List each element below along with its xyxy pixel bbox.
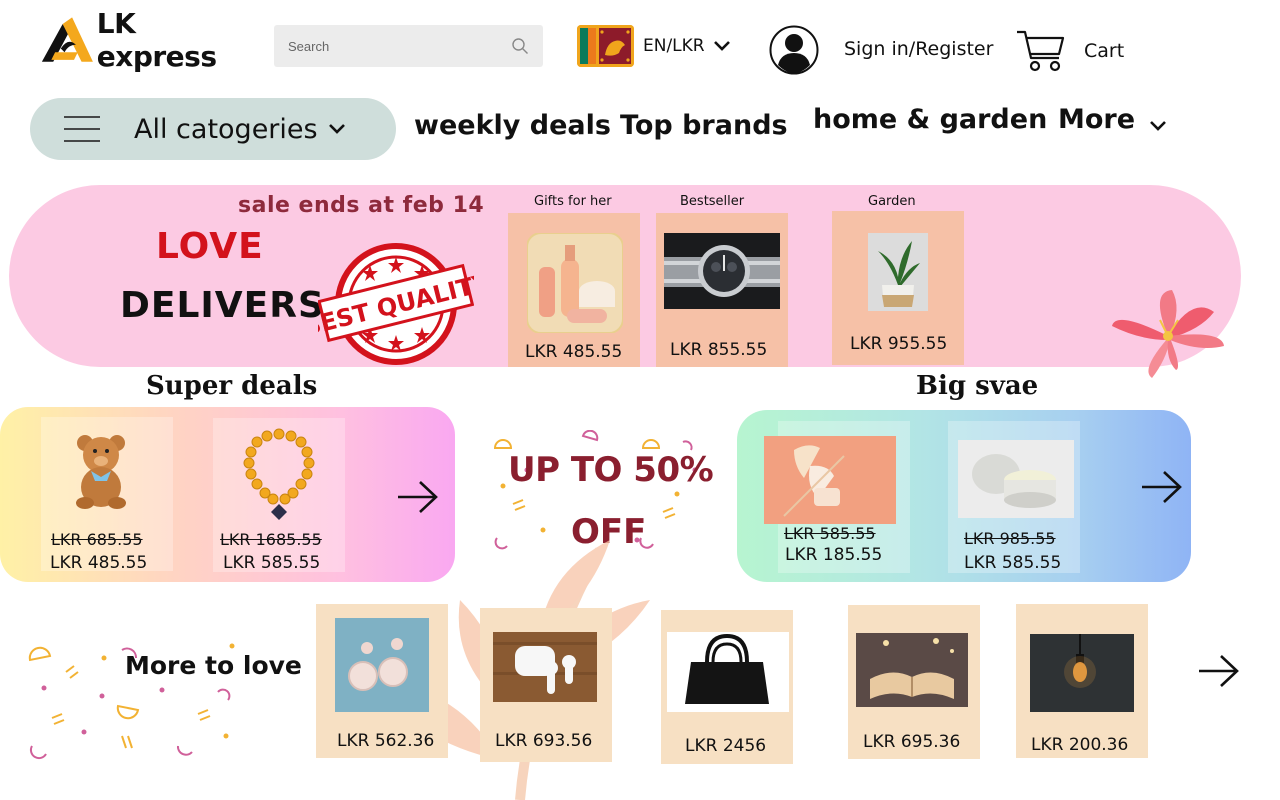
chevron-down-icon (713, 41, 730, 51)
super-deals-title: Super deals (146, 371, 318, 401)
search-icon[interactable] (511, 37, 529, 55)
signin-register-link[interactable]: Sign in/Register (844, 38, 993, 60)
hamburger-menu-icon (64, 116, 100, 142)
handbag-image (667, 632, 789, 712)
product-price: LKR 562.36 (337, 731, 435, 751)
super-deal-card-teddy[interactable]: LKR 685.55 LKR 485.55 (41, 417, 173, 573)
old-price: LKR 985.55 (964, 529, 1056, 548)
category-price-garden: LKR 955.55 (850, 334, 948, 354)
watch-image (664, 233, 780, 309)
flower-decoration (1112, 290, 1224, 378)
new-price: LKR 585.55 (223, 553, 321, 573)
brand-name: LK express (96, 7, 217, 73)
product-price: LKR 200.36 (1031, 735, 1129, 755)
big-save-card-cream[interactable]: LKR 985.55 LKR 585.55 (948, 421, 1080, 573)
nav-home-garden[interactable]: home & garden (813, 104, 1047, 135)
earbuds-image (493, 632, 597, 702)
arrow-right-icon[interactable] (396, 480, 440, 514)
old-price: LKR 585.55 (784, 524, 876, 543)
brand-logo[interactable]: LK express (40, 7, 255, 73)
sale-ends-text: sale ends at feb 14 (238, 193, 485, 218)
arrow-right-icon[interactable] (1140, 470, 1184, 504)
sri-lanka-flag-icon[interactable] (577, 25, 634, 67)
nav-weekly-deals[interactable]: weekly deals (414, 110, 611, 141)
big-save-title: Big svae (916, 371, 1039, 401)
new-price: LKR 585.55 (964, 553, 1062, 573)
cream-jar-image (958, 440, 1074, 518)
category-price-gifts: LKR 485.55 (525, 342, 623, 362)
more-card-handbag[interactable]: LKR 2456 (661, 610, 793, 764)
arrow-right-icon[interactable] (1197, 654, 1241, 688)
more-card-bulb[interactable]: LKR 200.36 (1016, 604, 1148, 758)
all-categories-button[interactable]: All catogeries (30, 98, 396, 160)
chevron-down-icon (328, 124, 345, 134)
search-box[interactable] (274, 25, 543, 67)
cosmetics-image (527, 233, 623, 333)
product-price: LKR 693.56 (495, 731, 593, 751)
more-card-book[interactable]: LKR 695.36 (848, 605, 980, 759)
chevron-down-icon (1150, 120, 1166, 131)
category-label-gifts: Gifts for her (534, 194, 612, 209)
necklace-image (243, 428, 315, 520)
brand-logo-icon (41, 17, 93, 62)
category-label-bestseller: Bestseller (680, 194, 745, 209)
locale-label: EN/LKR (643, 36, 705, 56)
more-to-love-title: More to love (125, 651, 302, 680)
banner-headline-love: LOVE (156, 226, 264, 267)
category-card-bestseller[interactable]: LKR 855.55 (656, 213, 788, 367)
banner-headline-delivers: DELIVERS (120, 285, 325, 326)
teddy-bear-image (76, 435, 126, 509)
more-card-earrings[interactable]: LKR 562.36 (316, 604, 448, 758)
plant-image (868, 233, 928, 311)
category-card-garden[interactable]: LKR 955.55 (832, 211, 964, 365)
old-price: LKR 1685.55 (220, 530, 322, 549)
product-price: LKR 695.36 (863, 732, 961, 752)
nav-top-brands[interactable]: Top brands (620, 110, 788, 141)
search-input[interactable] (288, 38, 511, 54)
best-quality-stamp: BEST QUALITY (318, 243, 474, 365)
user-avatar-icon[interactable] (769, 25, 819, 75)
earrings-image (335, 618, 429, 712)
category-label-garden: Garden (868, 194, 916, 209)
super-deal-card-necklace[interactable]: LKR 1685.55 LKR 585.55 (213, 418, 345, 573)
nav-more-label: More (1058, 104, 1136, 135)
old-price: LKR 685.55 (51, 530, 143, 549)
new-price: LKR 485.55 (50, 553, 148, 573)
hair-clip-image (764, 436, 896, 524)
category-price-bestseller: LKR 855.55 (670, 340, 768, 360)
promo-headline: UP TO 50% (508, 450, 714, 490)
cart-icon[interactable] (1015, 28, 1065, 74)
big-save-card-clip[interactable]: LKR 585.55 LKR 185.55 (764, 421, 910, 573)
category-card-gifts[interactable]: LKR 485.55 (508, 213, 640, 367)
light-bulb-image (1030, 634, 1134, 712)
nav-more-dropdown[interactable]: More (1058, 104, 1167, 135)
locale-selector[interactable]: EN/LKR (643, 36, 731, 56)
open-book-image (856, 633, 968, 707)
more-card-earbuds[interactable]: LKR 693.56 (480, 608, 612, 762)
new-price: LKR 185.55 (785, 545, 883, 565)
cart-link[interactable]: Cart (1084, 40, 1124, 62)
all-categories-label: All catogeries (134, 113, 318, 145)
product-price: LKR 2456 (685, 736, 767, 756)
